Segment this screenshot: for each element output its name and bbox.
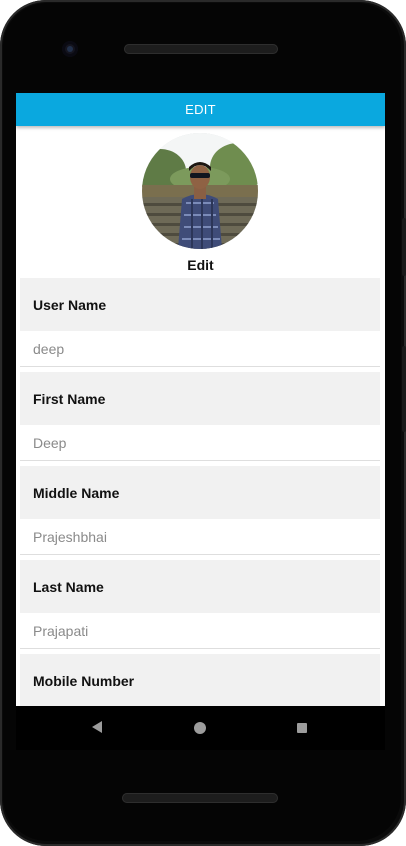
system-nav-bar: [16, 706, 385, 750]
middle-name-value: Prajeshbhai: [33, 528, 107, 545]
recents-square-icon[interactable]: [297, 723, 307, 733]
user-name-field[interactable]: deep: [20, 331, 380, 367]
earpiece-speaker: [124, 44, 278, 54]
power-button: [402, 346, 406, 432]
field-label-row: Mobile Number: [20, 654, 380, 706]
first-name-field[interactable]: Deep: [20, 425, 380, 461]
field-label-row: User Name: [20, 278, 380, 331]
home-circle-icon[interactable]: [194, 722, 206, 734]
user-name-value: deep: [33, 340, 65, 357]
mobile-number-label: Mobile Number: [33, 672, 135, 689]
last-name-field[interactable]: Prajapati: [20, 613, 380, 649]
profile-form: User Name deep First Name Deep Middle Na…: [20, 278, 380, 706]
first-name-value: Deep: [33, 434, 67, 451]
user-name-label: User Name: [33, 296, 107, 313]
middle-name-field[interactable]: Prajeshbhai: [20, 519, 380, 555]
field-label-row: Middle Name: [20, 466, 380, 519]
edit-photo-label[interactable]: Edit: [16, 257, 385, 273]
app-screen: EDIT Edit User Name deep First Name Deep…: [16, 93, 385, 706]
first-name-label: First Name: [33, 390, 106, 407]
middle-name-label: Middle Name: [33, 484, 120, 501]
field-label-row: Last Name: [20, 560, 380, 613]
front-camera-icon: [62, 41, 78, 57]
last-name-label: Last Name: [33, 578, 104, 595]
volume-button: [402, 218, 406, 276]
bottom-speaker: [122, 793, 278, 803]
app-bar-title: EDIT: [185, 102, 216, 117]
profile-avatar[interactable]: [142, 133, 258, 249]
field-label-row: First Name: [20, 372, 380, 425]
profile-photo: [142, 133, 258, 249]
last-name-value: Prajapati: [33, 622, 89, 639]
back-triangle-icon[interactable]: [92, 721, 102, 733]
app-bar: EDIT: [16, 93, 385, 126]
